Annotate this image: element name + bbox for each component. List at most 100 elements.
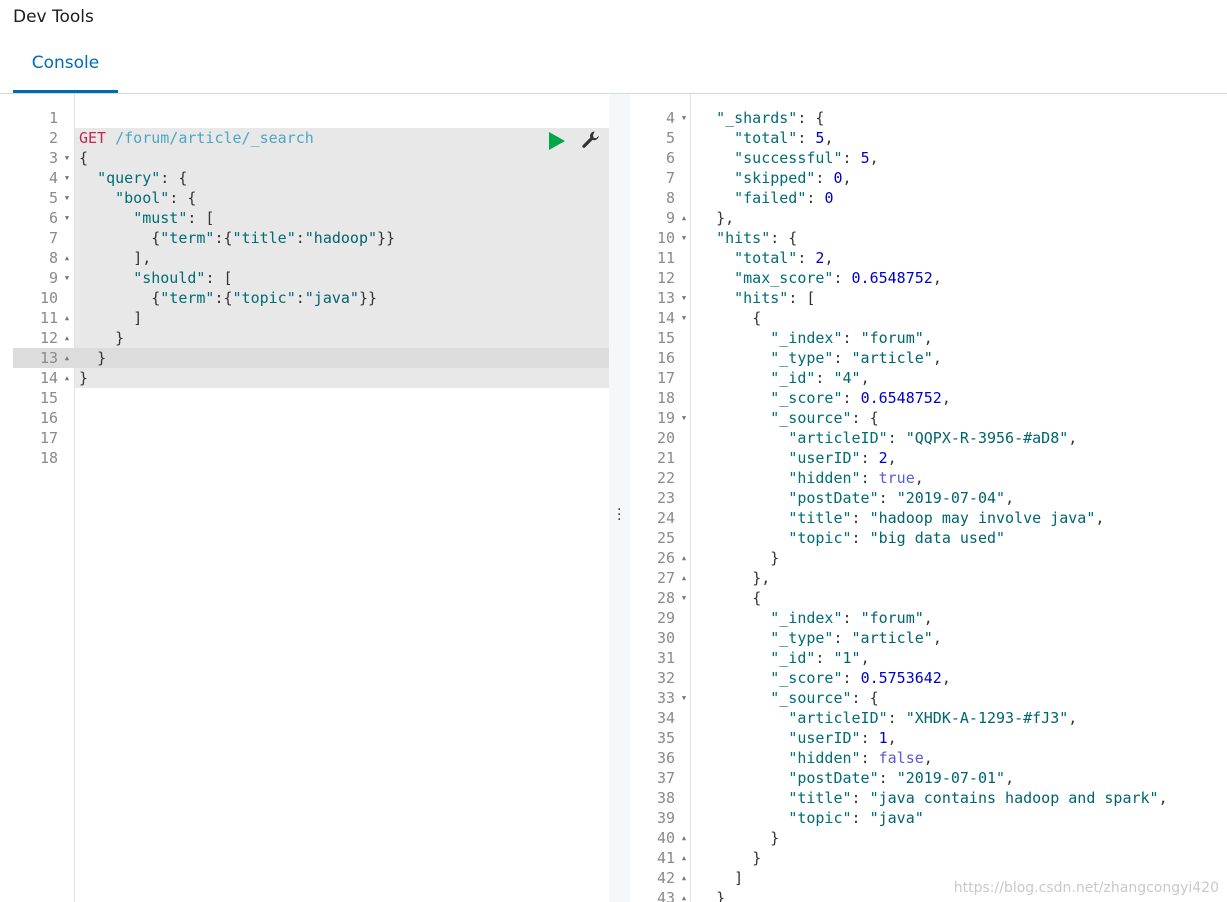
- code-text: ]: [133, 309, 143, 327]
- code-text: "articleID": "QQPX-R-3956-#aD8",: [788, 429, 1078, 447]
- line-number: 2: [48, 129, 58, 147]
- response-lines: 4 ▼ "_shards": {5 "total": 5, 6 "successfu…: [630, 108, 1227, 902]
- line-number: 40: [656, 829, 675, 847]
- code-line: 27 ▲ },: [630, 568, 1227, 588]
- code-line: 17 "_id": "4",: [630, 368, 1227, 388]
- code-text: "should": [: [133, 269, 233, 287]
- fold-collapse-icon[interactable]: ▼: [62, 208, 72, 228]
- code-text: "_source": {: [770, 409, 879, 427]
- fold-collapse-icon[interactable]: ▼: [679, 308, 689, 328]
- code-text: ],: [133, 249, 152, 267]
- code-line: 33 ▼ "_source": {: [630, 688, 1227, 708]
- fold-collapse-icon[interactable]: ▼: [679, 228, 689, 248]
- code-text: "hidden": false,: [788, 749, 933, 767]
- code-line: 14 ▲}: [40, 368, 609, 388]
- code-line: 5 ▼ "bool": {: [49, 188, 609, 208]
- fold-expand-icon[interactable]: ▲: [679, 828, 689, 848]
- code-line: 15: [13, 388, 609, 408]
- code-text: {: [752, 309, 762, 327]
- pane-resize-handle[interactable]: · · ·: [609, 94, 630, 902]
- fold-expand-icon[interactable]: ▲: [679, 888, 689, 902]
- code-text: "_index": "forum",: [770, 609, 933, 627]
- code-text: "must": [: [133, 209, 215, 227]
- line-number: 11: [39, 309, 58, 327]
- fold-expand-icon[interactable]: ▲: [679, 848, 689, 868]
- line-number: 19: [656, 409, 675, 427]
- code-line: 4 ▼ "query": {: [49, 168, 609, 188]
- code-text: }: [716, 889, 726, 902]
- line-number: 9: [665, 209, 675, 227]
- line-number: 14: [39, 369, 58, 387]
- tab-console[interactable]: Console: [13, 40, 118, 93]
- fold-expand-icon[interactable]: ▲: [62, 368, 72, 388]
- code-text: "_type": "article",: [770, 349, 942, 367]
- line-number: 12: [39, 329, 58, 347]
- app-title: Dev Tools: [13, 7, 94, 27]
- code-text: }: [115, 329, 125, 347]
- fold-expand-icon[interactable]: ▲: [679, 208, 689, 228]
- line-number: 6: [48, 209, 58, 227]
- line-number: 43: [656, 889, 675, 902]
- fold-collapse-icon[interactable]: ▼: [62, 188, 72, 208]
- code-text: },: [752, 569, 771, 587]
- fold-expand-icon[interactable]: ▲: [679, 568, 689, 588]
- send-request-icon[interactable]: [549, 132, 565, 150]
- fold-collapse-icon[interactable]: ▼: [679, 588, 689, 608]
- line-number: 5: [665, 129, 675, 147]
- response-viewer[interactable]: 4 ▼ "_shards": {5 "total": 5, 6 "successfu…: [630, 94, 1227, 902]
- code-line: 14 ▼ {: [630, 308, 1227, 328]
- request-editor[interactable]: 1 2 GET /forum/article/_search 3 ▼{4 ▼ "query…: [13, 94, 609, 902]
- code-text: "failed": 0: [734, 189, 834, 207]
- code-text: }: [79, 369, 89, 387]
- code-line: 19 ▼ "_source": {: [630, 408, 1227, 428]
- code-line: 8 "failed": 0: [630, 188, 1227, 208]
- code-line: 13 ▲ }: [13, 348, 609, 368]
- code-text: {"term":{"title":"hadoop"}}: [151, 229, 396, 247]
- fold-collapse-icon[interactable]: ▼: [679, 288, 689, 308]
- line-number: 35: [656, 729, 675, 747]
- code-text: "max_score": 0.6548752,: [734, 269, 942, 287]
- line-number: 11: [656, 249, 675, 267]
- code-line: 35 "userID": 1,: [630, 728, 1227, 748]
- code-text: "title": "hadoop may involve java",: [788, 509, 1105, 527]
- fold-collapse-icon[interactable]: ▼: [62, 168, 72, 188]
- fold-expand-icon[interactable]: ▲: [679, 868, 689, 888]
- line-number: 38: [656, 789, 675, 807]
- code-text: "query": {: [97, 169, 188, 187]
- fold-expand-icon[interactable]: ▲: [62, 348, 72, 368]
- code-line: 32 "_score": 0.5753642,: [630, 668, 1227, 688]
- line-number: 30: [656, 629, 675, 647]
- request-path: /forum/article/_search: [115, 129, 314, 147]
- fold-collapse-icon[interactable]: ▼: [62, 268, 72, 288]
- request-method: GET: [79, 129, 107, 147]
- fold-expand-icon[interactable]: ▲: [62, 248, 72, 268]
- code-text: "hits": {: [716, 229, 798, 247]
- fold-expand-icon[interactable]: ▲: [62, 328, 72, 348]
- code-line: 9 ▲ },: [630, 208, 1227, 228]
- code-line: 10 ▼ "hits": {: [630, 228, 1227, 248]
- line-number: 13: [656, 289, 675, 307]
- line-number: 4: [665, 109, 675, 127]
- code-line: 29 "_index": "forum",: [630, 608, 1227, 628]
- code-text: {"term":{"topic":"java"}}: [151, 289, 378, 307]
- wrench-icon[interactable]: [581, 130, 601, 150]
- line-number: 9: [48, 269, 58, 287]
- code-line: 26 ▲ }: [630, 548, 1227, 568]
- code-line: 7 "skipped": 0,: [630, 168, 1227, 188]
- code-line: 20 "articleID": "QQPX-R-3956-#aD8",: [630, 428, 1227, 448]
- code-text: "total": 5,: [734, 129, 834, 147]
- code-line: 36 "hidden": false,: [630, 748, 1227, 768]
- code-text: "hidden": true,: [788, 469, 924, 487]
- fold-collapse-icon[interactable]: ▼: [679, 108, 689, 128]
- fold-expand-icon[interactable]: ▲: [679, 548, 689, 568]
- code-text: "_shards": {: [716, 109, 825, 127]
- fold-collapse-icon[interactable]: ▼: [62, 148, 72, 168]
- fold-expand-icon[interactable]: ▲: [62, 308, 72, 328]
- code-text: }: [752, 849, 762, 867]
- code-line: 39 "topic": "java": [630, 808, 1227, 828]
- fold-collapse-icon[interactable]: ▼: [679, 408, 689, 428]
- fold-collapse-icon[interactable]: ▼: [679, 688, 689, 708]
- code-line: 10 {"term":{"topic":"java"}}: [40, 288, 609, 308]
- code-text: "postDate": "2019-07-01",: [788, 769, 1015, 787]
- line-number: 36: [656, 749, 675, 767]
